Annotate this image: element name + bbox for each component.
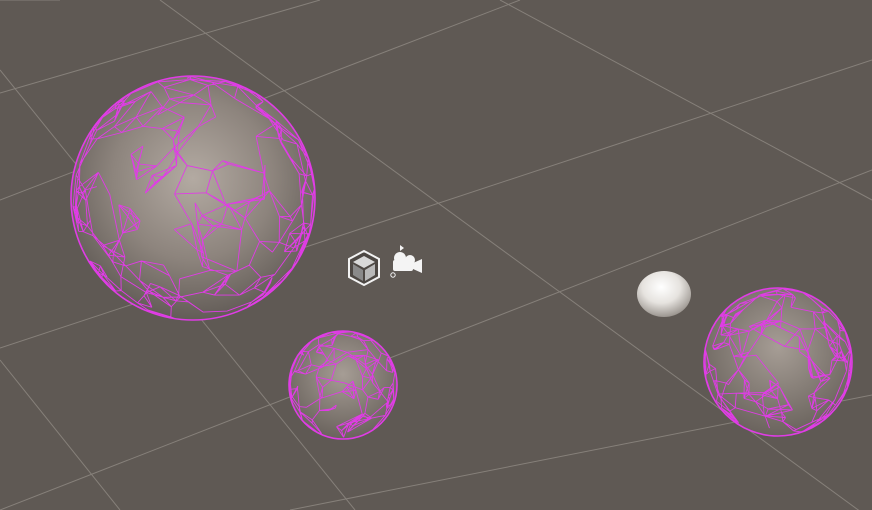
scene-viewport[interactable] xyxy=(0,0,872,510)
game-object-cube-icon[interactable] xyxy=(348,249,380,287)
right-wireframe-sphere[interactable] xyxy=(703,287,853,437)
solid-white-sphere[interactable] xyxy=(637,271,691,317)
large-wireframe-sphere[interactable] xyxy=(70,75,316,321)
small-wireframe-sphere[interactable] xyxy=(288,330,398,440)
camera-gizmo-icon[interactable] xyxy=(390,245,422,278)
scene-canvas[interactable] xyxy=(0,0,872,510)
